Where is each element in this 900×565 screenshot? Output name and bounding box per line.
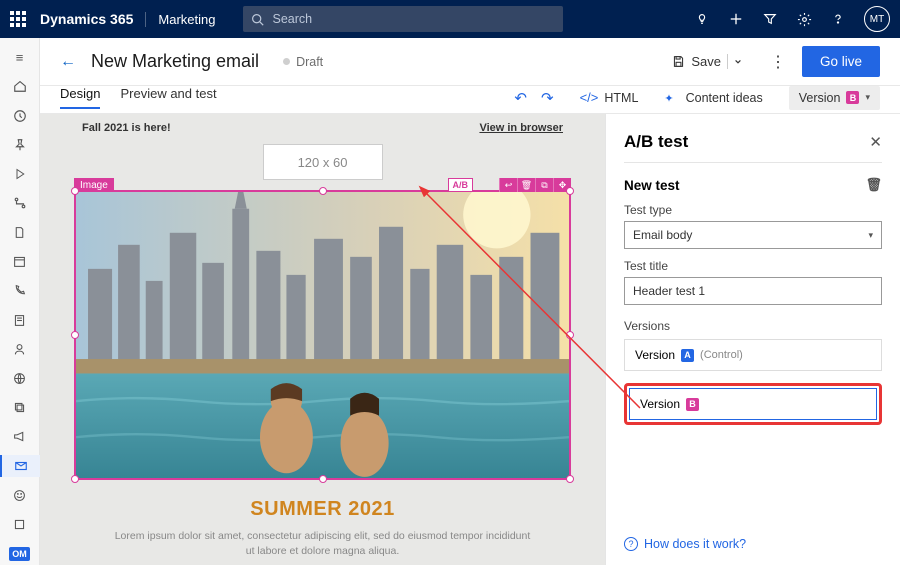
new-test-heading: New test — [624, 178, 680, 193]
phone-icon[interactable] — [8, 280, 32, 302]
calendar-icon[interactable] — [8, 251, 32, 273]
status-dot — [283, 58, 290, 65]
resize-handle[interactable] — [319, 187, 327, 195]
user-avatar[interactable]: MT — [864, 6, 890, 32]
help-link[interactable]: ? How does it work? — [624, 537, 746, 551]
top-icon-group: MT — [694, 6, 890, 32]
test-title-input[interactable]: Header test 1 — [624, 277, 882, 305]
square-icon[interactable] — [8, 514, 32, 536]
resize-handle[interactable] — [71, 331, 79, 339]
test-title-label: Test title — [624, 259, 882, 273]
resize-handle[interactable] — [566, 331, 574, 339]
save-icon — [672, 55, 685, 68]
chevron-down-icon: ▾ — [865, 92, 870, 103]
brand-name[interactable]: Dynamics 365 — [40, 11, 133, 27]
test-type-select[interactable]: Email body ▾ — [624, 221, 882, 249]
go-live-button[interactable]: Go live — [802, 46, 880, 77]
copy-icon[interactable] — [8, 397, 32, 419]
ab-test-panel: A/B test ✕ New test 🗑 Test type Email bo… — [605, 114, 900, 565]
search-icon — [251, 13, 264, 26]
module-name[interactable]: Marketing — [145, 12, 215, 27]
selected-image-block[interactable]: Image A/B ↩ 🗑 ⧉ ✥ — [74, 190, 571, 480]
back-arrow-icon[interactable]: ← — [60, 53, 76, 71]
close-icon[interactable]: ✕ — [869, 133, 882, 151]
trash-icon[interactable]: 🗑 — [865, 177, 882, 193]
save-split-chevron-icon[interactable] — [727, 54, 748, 69]
hamburger-icon[interactable]: ≡ — [8, 46, 32, 68]
journey-icon[interactable] — [8, 192, 32, 214]
content-ideas-button[interactable]: Content ideas — [664, 91, 762, 105]
email-body-text[interactable]: Lorem ipsum dolor sit amet, consectetur … — [74, 521, 571, 558]
resize-handle[interactable] — [566, 475, 574, 483]
resize-handle[interactable] — [319, 475, 327, 483]
email-heading[interactable]: SUMMER 2021 — [74, 498, 571, 521]
delete-icon[interactable]: 🗑 — [517, 178, 535, 192]
view-in-browser-link[interactable]: View in browser — [479, 122, 563, 134]
global-top-bar: Dynamics 365 Marketing Search MT — [0, 0, 900, 38]
redo-icon[interactable]: ↷ — [541, 89, 554, 107]
home-icon[interactable] — [8, 75, 32, 97]
page-icon[interactable] — [8, 221, 32, 243]
revert-icon[interactable]: ↩ — [499, 178, 517, 192]
left-nav-rail: ≡ OM — [0, 38, 40, 565]
version-a-badge: A — [681, 349, 694, 362]
lightbulb-icon[interactable] — [694, 11, 710, 27]
code-icon: </> — [580, 90, 599, 105]
selection-label: Image — [74, 178, 114, 192]
tab-design[interactable]: Design — [60, 86, 100, 109]
smiley-icon[interactable] — [8, 484, 32, 506]
version-b-row-highlight: Version B — [624, 383, 882, 425]
resize-handle[interactable] — [71, 187, 79, 195]
page-title: New Marketing email — [91, 51, 259, 72]
status-text: Draft — [296, 55, 323, 69]
version-a-row[interactable]: Version A (Control) — [624, 339, 882, 371]
panel-title: A/B test — [624, 132, 688, 152]
tab-preview[interactable]: Preview and test — [120, 86, 216, 109]
help-icon[interactable] — [830, 11, 846, 27]
form-icon[interactable] — [8, 309, 32, 331]
resize-handle[interactable] — [71, 475, 79, 483]
hero-image — [76, 192, 569, 478]
page-header: ← New Marketing email Draft Save ⋮ Go li… — [40, 38, 900, 86]
mail-icon[interactable] — [0, 455, 40, 477]
logo-placeholder[interactable]: 120 x 60 — [263, 144, 383, 180]
version-b-badge: B — [686, 398, 699, 411]
versions-label: Versions — [624, 319, 882, 333]
play-icon[interactable] — [8, 163, 32, 185]
version-b-badge: B — [846, 91, 859, 104]
global-search-input[interactable]: Search — [243, 6, 563, 32]
version-dropdown[interactable]: Version B ▾ — [789, 86, 880, 110]
om-badge[interactable]: OM — [8, 543, 32, 565]
overflow-menu-icon[interactable]: ⋮ — [764, 52, 792, 72]
preheader-text: Fall 2021 is here! — [82, 122, 171, 134]
search-placeholder: Search — [272, 12, 312, 26]
recent-icon[interactable] — [8, 104, 32, 126]
filter-icon[interactable] — [762, 11, 778, 27]
megaphone-icon[interactable] — [8, 426, 32, 448]
clone-icon[interactable]: ⧉ — [535, 178, 553, 192]
app-launcher-icon[interactable] — [10, 11, 26, 27]
selection-toolbar: ↩ 🗑 ⧉ ✥ — [499, 178, 571, 192]
resize-handle[interactable] — [566, 187, 574, 195]
tabs-toolbar: Design Preview and test ↶ ↷ </>HTML Cont… — [40, 86, 900, 114]
test-type-label: Test type — [624, 203, 882, 217]
email-canvas: Fall 2021 is here! View in browser 120 x… — [40, 114, 605, 565]
pin-icon[interactable] — [8, 134, 32, 156]
undo-icon[interactable]: ↶ — [514, 89, 527, 107]
globe-icon[interactable] — [8, 367, 32, 389]
sparkle-icon — [664, 91, 679, 105]
html-toggle[interactable]: </>HTML — [580, 90, 639, 105]
question-icon: ? — [624, 537, 638, 551]
ab-chip[interactable]: A/B — [448, 178, 474, 192]
save-button[interactable]: Save — [666, 50, 754, 73]
chevron-down-icon: ▾ — [868, 230, 873, 241]
version-b-row[interactable]: Version B — [629, 388, 877, 420]
person-icon[interactable] — [8, 338, 32, 360]
gear-icon[interactable] — [796, 11, 812, 27]
plus-icon[interactable] — [728, 11, 744, 27]
